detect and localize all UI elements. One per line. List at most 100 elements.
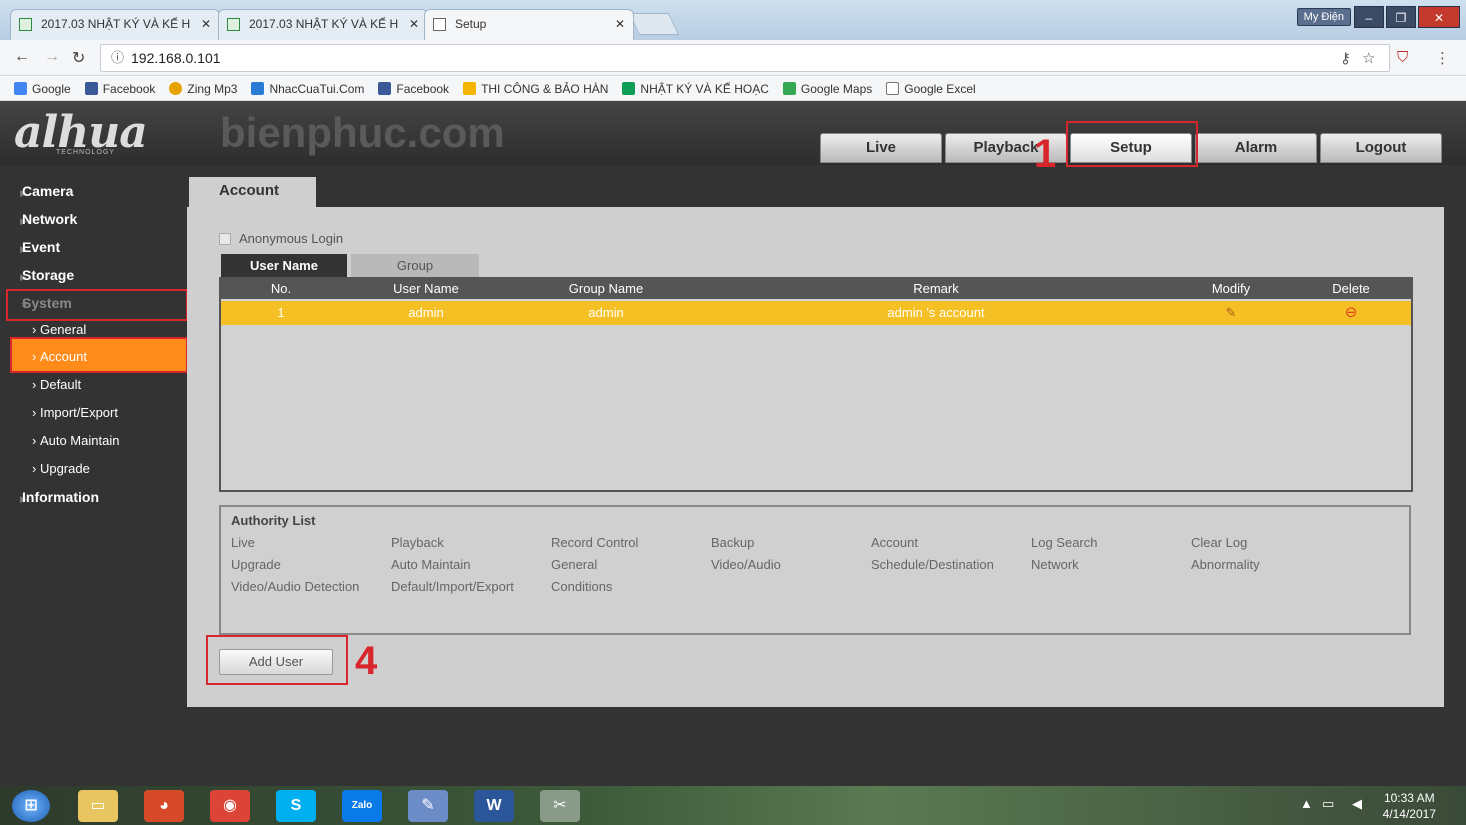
address-bar-row: ← → ↻ ⓘ 192.168.0.101 ⚷ ☆ ⛉ ⋮ [0, 40, 1466, 76]
tab-account[interactable]: Account [189, 177, 316, 209]
tab-title: 2017.03 NHẬT KÝ VÀ KẾ H [41, 17, 191, 31]
tab-title: Setup [455, 17, 487, 31]
sidebar-item-camera[interactable]: ▶Camera [0, 183, 73, 199]
sidebar-label: Camera [22, 183, 74, 199]
authority-item: Auto Maintain [391, 557, 471, 572]
menu-icon[interactable]: ⋮ [1435, 49, 1450, 67]
bookmark-zing[interactable]: Zing Mp3 [169, 82, 237, 96]
sidebar-item-general[interactable]: › General [32, 322, 86, 337]
profile-button[interactable]: My Điện [1296, 8, 1351, 26]
sidebar-item-auto-maintain[interactable]: › Auto Maintain [32, 433, 119, 448]
nav-live[interactable]: Live [820, 133, 942, 163]
bookmark-facebook[interactable]: Facebook [84, 81, 156, 96]
column-header-remark: Remark [913, 281, 959, 296]
browser-tab-setup[interactable]: Setup ✕ [424, 9, 634, 40]
close-window-icon[interactable]: ✕ [1418, 6, 1460, 28]
show-hidden-icons-icon[interactable]: ▲ [1300, 796, 1313, 811]
chromium-icon[interactable]: ◕ [144, 790, 184, 822]
paint-icon[interactable]: ✎ [408, 790, 448, 822]
nhaccuatui-icon [251, 82, 265, 95]
shield-icon[interactable]: ⛉ [1397, 49, 1408, 66]
logo-subtitle: TECHNOLOGY [56, 149, 116, 156]
bookmark-thi-cong[interactable]: THI CÔNG & BẢO HÀN [463, 82, 608, 96]
clock[interactable]: 10:33 AM 4/14/2017 [1383, 790, 1436, 822]
authority-item: Abnormality [1191, 557, 1260, 572]
url-input[interactable]: ⓘ 192.168.0.101 [100, 44, 1390, 72]
bookmark-label: Facebook [102, 81, 156, 96]
table-row[interactable]: 1 admin admin admin 's account ✎ ⊖ [221, 301, 1411, 325]
panel-header [187, 177, 1444, 207]
column-header-delete: Delete [1332, 281, 1370, 296]
annotation-box-2 [6, 289, 188, 321]
file-explorer-icon[interactable]: ▭ [78, 790, 118, 822]
sidebar-label: Upgrade [39, 461, 90, 476]
sidebar-item-storage[interactable]: ▶Storage [0, 267, 74, 283]
bookmark-label: THI CÔNG & BẢO HÀN [481, 81, 609, 96]
snipping-tool-icon[interactable]: ✂ [540, 790, 580, 822]
delete-icon[interactable]: ⊖ [1301, 301, 1401, 325]
skype-icon[interactable]: S [276, 790, 316, 822]
nav-alarm[interactable]: Alarm [1195, 133, 1317, 163]
anonymous-login-checkbox[interactable] [219, 232, 231, 245]
annotation-number-4: 4 [355, 639, 378, 683]
windows-start-icon[interactable]: ⊞ [12, 790, 50, 822]
authority-list: Authority List Live Playback Record Cont… [219, 505, 1411, 635]
bookmark-nhat-ky[interactable]: NHẬT KÝ VÀ KẾ HOẠC [622, 82, 769, 96]
sidebar-item-import-export[interactable]: › Import/Export [32, 405, 118, 420]
sidebar-item-information[interactable]: ▶Information [0, 489, 99, 505]
authority-item: Conditions [551, 579, 613, 594]
sidebar-item-network[interactable]: ▶Network [0, 211, 77, 227]
table-header: No. User Name Group Name Remark Modify D… [221, 279, 1411, 299]
sidebar-item-upgrade[interactable]: › Upgrade [32, 461, 90, 476]
sidebar-label: Information [22, 489, 99, 505]
zalo-icon[interactable]: Zalo [342, 790, 382, 822]
chrome-icon[interactable]: ◉ [210, 790, 250, 822]
authority-item: Default/Import/Export [391, 579, 514, 594]
sidebar-item-event[interactable]: ▶Event [0, 239, 60, 255]
maps-icon [782, 82, 796, 95]
new-tab-button[interactable] [628, 13, 680, 35]
bookmark-google[interactable]: Google [14, 82, 71, 96]
clock-date: 4/14/2017 [1382, 807, 1436, 821]
authority-item: Record Control [551, 535, 639, 550]
browser-tab-2[interactable]: 2017.03 NHẬT KÝ VÀ KẾ H ✕ [218, 9, 428, 40]
tab-group[interactable]: Group [351, 254, 479, 278]
windows-taskbar: ⊞ ▭ ◕ ◉ S Zalo ✎ W ✂ ▲ ▭ ◀ 10:33 AM 4/14… [0, 786, 1466, 825]
bookmark-google-excel[interactable]: Google Excel [886, 82, 976, 96]
bookmark-label: Google [32, 81, 71, 96]
anonymous-login-option[interactable]: Anonymous Login [219, 231, 343, 246]
authority-item: Backup [711, 535, 755, 550]
reload-icon[interactable]: ↻ [72, 48, 85, 68]
bookmark-google-maps[interactable]: Google Maps [782, 82, 872, 96]
maximize-icon[interactable]: ❐ [1386, 6, 1416, 28]
star-icon[interactable]: ☆ [1362, 49, 1375, 67]
browser-tab-bar: 2017.03 NHẬT KÝ VÀ KẾ H ✕ 2017.03 NHẬT K… [0, 0, 1466, 40]
bookmark-nhaccuatui[interactable]: NhacCuaTui.Com [251, 82, 364, 96]
google-icon [14, 82, 27, 95]
info-icon[interactable]: ⓘ [111, 45, 124, 71]
cell-user-name: admin [408, 305, 444, 320]
sidebar-label: Storage [22, 267, 75, 283]
network-icon[interactable]: ▭ [1322, 796, 1334, 812]
sidebar-item-default[interactable]: › Default [32, 377, 81, 392]
tab-user-name[interactable]: User Name [221, 254, 347, 278]
close-icon[interactable]: ✕ [201, 10, 211, 39]
forward-icon[interactable]: → [44, 48, 60, 66]
triangle-right-icon: ▶ [20, 244, 27, 254]
volume-icon[interactable]: ◀ [1352, 796, 1362, 812]
browser-tab-1[interactable]: 2017.03 NHẬT KÝ VÀ KẾ H ✕ [10, 9, 220, 40]
authority-item: Playback [391, 535, 444, 550]
nav-logout[interactable]: Logout [1320, 133, 1442, 163]
close-icon[interactable]: ✕ [615, 10, 625, 39]
pencil-icon[interactable]: ✎ [1181, 301, 1281, 325]
word-icon[interactable]: W [474, 790, 514, 822]
column-header-group-name: Group Name [568, 281, 644, 296]
back-icon[interactable]: ← [14, 48, 30, 66]
minimize-icon[interactable]: – [1354, 6, 1384, 28]
bookmark-facebook-2[interactable]: Facebook [378, 82, 449, 96]
key-icon[interactable]: ⚷ [1340, 49, 1351, 67]
authority-item: Network [1031, 557, 1079, 572]
authority-item: Upgrade [231, 557, 281, 572]
annotation-box-4 [206, 635, 348, 685]
close-icon[interactable]: ✕ [409, 10, 419, 39]
